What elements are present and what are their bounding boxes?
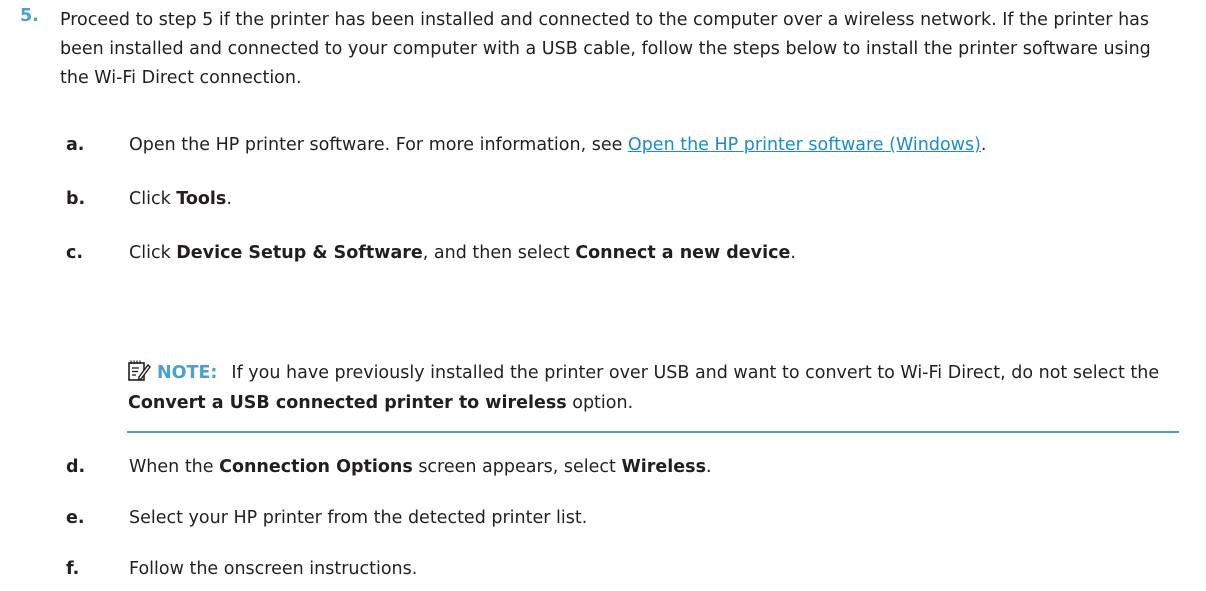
- substep-text: When the Connection Options screen appea…: [129, 457, 712, 477]
- ui-term-connection-options: Connection Options: [219, 457, 413, 477]
- substep-text-part: When the: [129, 457, 220, 477]
- substep-letter: d.: [66, 457, 86, 477]
- substep-letter: e.: [66, 508, 85, 528]
- note-text-part: option.: [566, 393, 634, 413]
- substep-text-part: Click: [129, 189, 177, 209]
- substep-text: Follow the onscreen instructions.: [129, 559, 418, 579]
- note-text: NOTE: If you have previously installed th…: [128, 358, 1168, 418]
- substep-text-part: .: [790, 243, 796, 263]
- substep-letter: b.: [66, 189, 86, 209]
- substep-text-part: Open the HP printer software. For more i…: [129, 135, 628, 155]
- substep-letter: c.: [66, 243, 84, 263]
- substep-text: Click Device Setup & Software, and then …: [129, 243, 796, 263]
- substep-letter: f.: [66, 559, 80, 579]
- substep-e: e. Select your HP printer from the detec…: [0, 508, 1206, 538]
- substep-text-part: .: [706, 457, 712, 477]
- substep-b: b. Click Tools.: [0, 189, 1206, 219]
- substep-text: Select your HP printer from the detected…: [129, 508, 588, 528]
- substep-c: c. Click Device Setup & Software, and th…: [0, 243, 1206, 273]
- substep-text-part: .: [226, 189, 232, 209]
- substep-a: a. Open the HP printer software. For mor…: [0, 135, 1206, 165]
- substep-text-part: .: [980, 135, 987, 155]
- ui-term-connect-new-device: Connect a new device: [575, 243, 791, 263]
- substep-d: d. When the Connection Options screen ap…: [0, 457, 1206, 487]
- note-label: NOTE:: [157, 363, 218, 383]
- substep-letter: a.: [66, 135, 85, 155]
- note-divider: [127, 431, 1179, 433]
- step-text: Proceed to step 5 if the printer has bee…: [60, 10, 1151, 88]
- note-text-part: If you have previously installed the pri…: [231, 363, 1160, 383]
- ui-term-wireless: Wireless: [621, 457, 706, 477]
- step-number: 5.: [20, 6, 39, 26]
- substep-text-part: screen appears, select: [412, 457, 622, 477]
- substep-f: f. Follow the onscreen instructions.: [0, 559, 1206, 589]
- note-box: NOTE: If you have previously installed th…: [127, 358, 1179, 433]
- substep-text: Click Tools.: [129, 189, 232, 209]
- substep-text-part: Click: [129, 243, 177, 263]
- ui-term-tools: Tools: [176, 189, 227, 209]
- substep-text: Open the HP printer software. For more i…: [129, 135, 987, 155]
- open-hp-software-link[interactable]: Open the HP printer software (Windows): [628, 135, 981, 155]
- substep-text-part: , and then select: [422, 243, 576, 263]
- document-page: 5. Proceed to step 5 if the printer has …: [0, 0, 1206, 591]
- ui-term-convert-usb: Convert a USB connected printer to wirel…: [128, 393, 567, 413]
- ui-term-device-setup: Device Setup & Software: [176, 243, 423, 263]
